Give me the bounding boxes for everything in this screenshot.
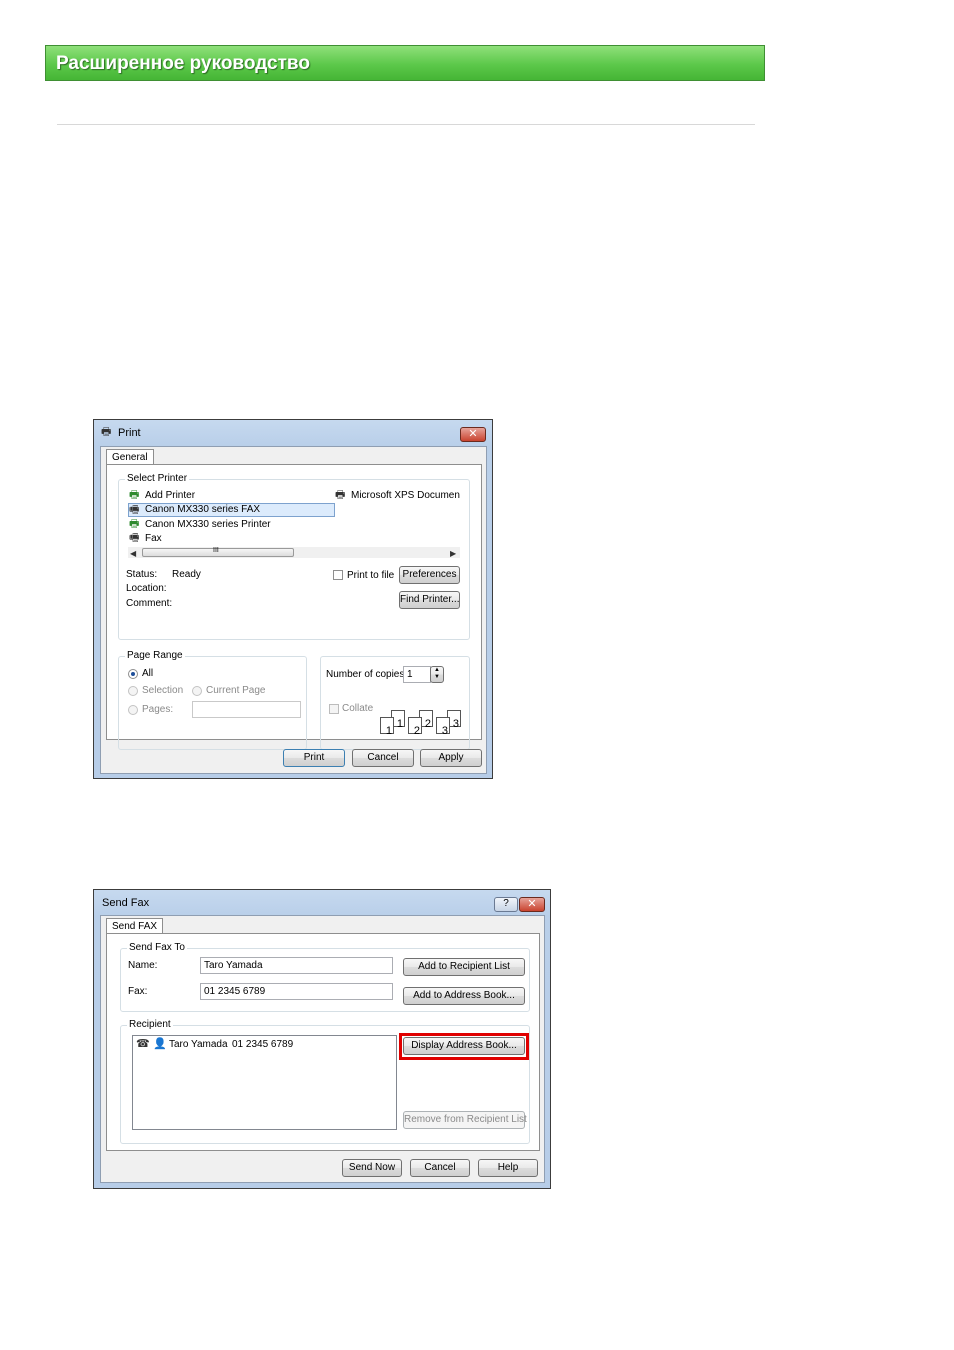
print-dialog-title: Print <box>118 427 141 439</box>
select-printer-group: Select Printer 🖶 Add Printer 🖷 Canon MX3… <box>118 473 470 640</box>
default-printer-icon: 🖶 <box>129 518 140 530</box>
print-to-file-checkbox[interactable] <box>333 570 343 580</box>
fax-label: Fax: <box>128 986 148 997</box>
printer-title-icon: 🖶 <box>101 426 112 438</box>
add-to-recipient-list-button[interactable]: Add to Recipient List <box>403 958 525 976</box>
pages-label: Pages: <box>142 704 174 715</box>
close-button[interactable]: ✕ <box>460 427 486 442</box>
help-button[interactable]: Help <box>478 1159 538 1177</box>
fax-client-area: Send FAX Send Fax To Name: Taro Yamada F… <box>100 915 545 1183</box>
recipient-label: Recipient <box>127 1019 173 1030</box>
printer-list-scrollbar[interactable]: ◀ III ▶ <box>128 547 460 558</box>
comment-label: Comment: <box>126 598 173 609</box>
page-range-group: Page Range All Selection Current Page Pa… <box>118 650 307 750</box>
person-icon: 👤 <box>153 1038 167 1050</box>
scroll-left-icon[interactable]: ◀ <box>130 548 136 559</box>
spinner-up-icon[interactable]: ▲ <box>434 667 440 673</box>
collate-checkbox[interactable] <box>329 704 339 714</box>
recipient-list[interactable]: ☎ 👤 Taro Yamada 01 2345 6789 <box>132 1035 397 1130</box>
display-address-book-button[interactable]: Display Address Book... <box>403 1037 525 1055</box>
print-button[interactable]: Print <box>283 749 345 767</box>
fax-number-input[interactable]: 01 2345 6789 <box>200 983 393 1000</box>
copies-spinner[interactable]: ▲ ▼ <box>430 666 444 683</box>
collate-page-front-1: 1 <box>380 717 394 737</box>
all-label: All <box>142 668 154 679</box>
copies-label: Number of copies: <box>326 669 408 680</box>
add-printer-icon: 🖶 <box>129 489 140 501</box>
close-button[interactable]: ✕ <box>519 897 545 912</box>
remove-from-recipient-list-button[interactable]: Remove from Recipient List <box>403 1111 527 1129</box>
find-printer-button[interactable]: Find Printer... <box>399 591 460 609</box>
fax-icon: 🖷 <box>129 532 140 544</box>
printer-item-add[interactable]: Add Printer <box>145 490 195 501</box>
status-label: Status: <box>126 569 158 580</box>
copies-input[interactable]: 1 <box>403 666 431 683</box>
send-now-button[interactable]: Send Now <box>342 1159 402 1177</box>
spinner-down-icon[interactable]: ▼ <box>434 674 440 680</box>
close-icon: ✕ <box>468 428 478 440</box>
name-label: Name: <box>128 960 158 971</box>
tab-send-fax[interactable]: Send FAX <box>106 918 164 933</box>
tab-general[interactable]: General <box>106 449 154 464</box>
send-fax-panel: Send Fax To Name: Taro Yamada Fax: 01 23… <box>106 933 540 1151</box>
divider <box>57 124 755 125</box>
selection-label: Selection <box>142 685 184 696</box>
cancel-button[interactable]: Cancel <box>352 749 414 767</box>
help-icon: ? <box>503 898 509 909</box>
telephone-icon: ☎ <box>136 1038 150 1050</box>
scroll-right-icon[interactable]: ▶ <box>450 548 456 559</box>
recipient-group: Recipient ☎ 👤 Taro Yamada 01 2345 6789 D… <box>120 1019 530 1144</box>
pages-input[interactable] <box>192 701 301 718</box>
header-title: Расширенное руководство <box>56 53 310 74</box>
send-fax-to-label: Send Fax To <box>127 942 187 953</box>
print-client-area: General Select Printer 🖶 Add Printer 🖷 C… <box>100 446 487 774</box>
send-fax-dialog: Send Fax ? ✕ Send FAX Send Fax To Name: … <box>93 889 551 1189</box>
printer-item-canon-fax[interactable]: Canon MX330 series FAX <box>145 504 260 515</box>
list-item[interactable]: ☎ 👤 Taro Yamada 01 2345 6789 <box>136 1038 386 1052</box>
cancel-button[interactable]: Cancel <box>410 1159 470 1177</box>
page-range-label: Page Range <box>125 650 185 661</box>
send-fax-title: Send Fax <box>102 897 150 909</box>
collate-label: Collate <box>342 703 374 714</box>
current-page-radio[interactable] <box>192 686 202 696</box>
current-page-label: Current Page <box>206 685 266 696</box>
scrollbar-thumb[interactable]: III <box>142 547 294 557</box>
header-banner: Расширенное руководство <box>45 45 765 81</box>
name-input[interactable]: Taro Yamada <box>200 957 393 974</box>
printer-item-fax[interactable]: Fax <box>145 533 162 544</box>
printer-item-xps[interactable]: Microsoft XPS Documen <box>351 490 460 501</box>
copies-group: Number of copies: 1 ▲ ▼ Collate 1 1 2 2 3… <box>320 656 470 750</box>
recipient-number: 01 2345 6789 <box>232 1039 294 1050</box>
add-to-address-book-button[interactable]: Add to Address Book... <box>403 987 525 1005</box>
collate-page-front-3: 3 <box>436 717 450 737</box>
send-fax-to-group: Send Fax To Name: Taro Yamada Fax: 01 23… <box>120 942 530 1012</box>
close-icon: ✕ <box>527 898 537 910</box>
printer-item-canon-printer[interactable]: Canon MX330 series Printer <box>145 519 271 530</box>
all-radio[interactable] <box>128 669 138 679</box>
status-value: Ready <box>172 569 201 580</box>
printer-icon: 🖶 <box>335 489 346 501</box>
collate-page-front-2: 2 <box>408 717 422 737</box>
select-printer-label: Select Printer <box>125 473 190 484</box>
help-title-button[interactable]: ? <box>494 897 518 912</box>
apply-button[interactable]: Apply <box>420 749 482 767</box>
selection-radio[interactable] <box>128 686 138 696</box>
location-label: Location: <box>126 583 167 594</box>
recipient-name: Taro Yamada <box>169 1039 228 1050</box>
preferences-button[interactable]: Preferences <box>399 566 460 584</box>
print-dialog: 🖶 Print ✕ General Select Printer 🖶 Add P… <box>93 419 493 779</box>
pages-radio[interactable] <box>128 705 138 715</box>
print-general-panel: Select Printer 🖶 Add Printer 🖷 Canon MX3… <box>106 464 482 750</box>
scroll-grip: III <box>213 547 219 554</box>
fax-printer-icon: 🖷 <box>129 504 140 516</box>
print-to-file-label: Print to file <box>347 570 395 581</box>
